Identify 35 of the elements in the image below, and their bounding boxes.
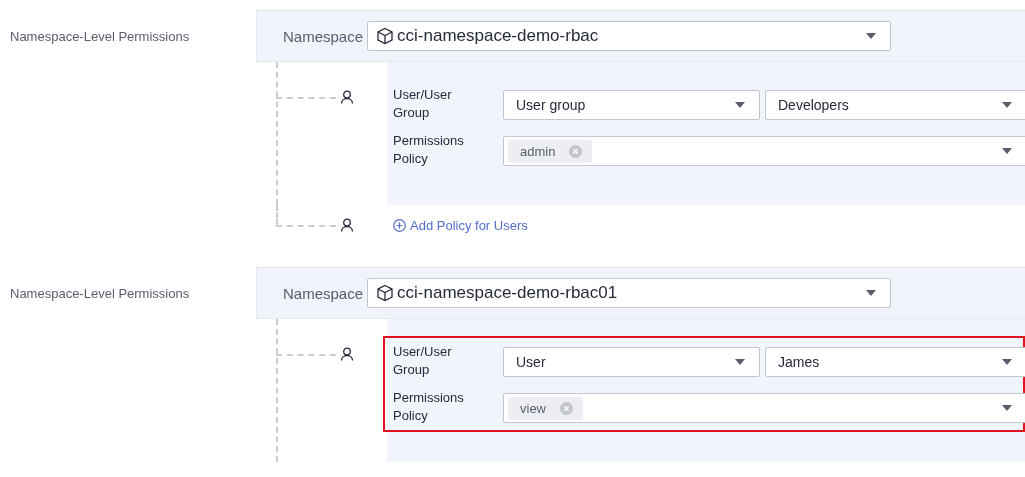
user-icon [340,218,354,232]
caret-icon [1002,102,1012,108]
caret-icon [866,33,877,39]
caret-icon [1002,405,1012,411]
cube-icon [376,27,395,45]
user-icon [340,347,354,361]
user-name-select[interactable]: Developers [765,90,1025,120]
policy-select[interactable]: view [503,393,1025,423]
add-policy-link[interactable]: Add Policy for Users [393,217,528,233]
caret-icon [1002,359,1012,365]
namespace-select[interactable]: cci-namespace-demo-rbac [367,21,892,51]
field-label: Permissions Policy [393,132,465,168]
remove-icon[interactable] [569,144,583,158]
caret-icon [1002,148,1012,154]
policy-tag: view [508,396,583,420]
user-type-select[interactable]: User [503,347,760,377]
user-icon [340,90,354,104]
field-label: Permissions Policy [393,389,465,425]
field-label: User/User Group [393,86,453,122]
user-type-select[interactable]: User group [503,90,760,120]
policy-tag: admin [508,139,593,163]
user-name-select[interactable]: James [765,347,1025,377]
namespace-label: Namespace [283,27,364,45]
field-label: User/User Group [393,343,453,379]
caret-icon [866,290,877,296]
section-label: Namespace-Level Permissions [9,285,191,303]
caret-icon [735,102,745,108]
cube-icon [376,284,395,302]
namespace-label: Namespace [283,284,364,302]
policy-select[interactable]: admin [503,136,1025,166]
caret-icon [735,359,745,365]
namespace-select[interactable]: cci-namespace-demo-rbac01 [367,278,892,308]
plus-circle-icon [393,218,406,232]
section-label: Namespace-Level Permissions [9,28,191,46]
remove-icon[interactable] [560,401,573,415]
